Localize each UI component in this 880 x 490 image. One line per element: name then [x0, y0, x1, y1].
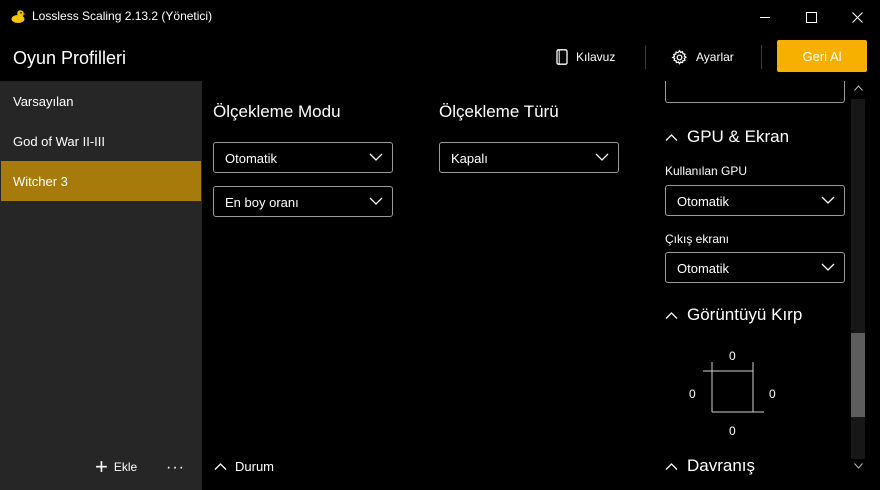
- close-icon: [851, 11, 863, 23]
- crop-right-value[interactable]: 0: [769, 387, 776, 401]
- book-icon: [556, 49, 568, 65]
- crop-frame-icon: [703, 362, 764, 413]
- add-profile-button[interactable]: + Ekle: [95, 454, 138, 479]
- behavior-heading: Davranış: [687, 456, 756, 475]
- chevron-down-icon: [595, 153, 609, 161]
- header-divider: [645, 45, 646, 69]
- window-title: Lossless Scaling 2.13.2 (Yönetici): [32, 9, 213, 23]
- scaling-type-value: Kapalı: [451, 151, 488, 166]
- settings-label: Ayarlar: [696, 50, 734, 64]
- output-display-value: Otomatik: [677, 261, 730, 276]
- scaling-mode-dropdown[interactable]: Otomatik: [213, 142, 393, 173]
- scroll-down-icon[interactable]: [854, 463, 863, 469]
- title-bar: Lossless Scaling 2.13.2 (Yönetici): [0, 0, 880, 34]
- gpu-value: Otomatik: [677, 194, 730, 209]
- minimize-button[interactable]: [742, 0, 788, 34]
- profile-item-default[interactable]: Varsayılan: [1, 81, 201, 121]
- partial-dropdown[interactable]: [665, 81, 845, 103]
- guide-button[interactable]: Kılavuz: [556, 42, 615, 72]
- status-toggle[interactable]: Durum: [214, 459, 274, 474]
- crop-left-value[interactable]: 0: [689, 387, 696, 401]
- profile-item-god-of-war[interactable]: God of War II-III: [1, 121, 201, 161]
- status-label: Durum: [235, 459, 275, 474]
- profile-item-witcher-3[interactable]: Witcher 3: [1, 161, 201, 201]
- scaling-type-dropdown[interactable]: Kapalı: [439, 142, 619, 173]
- chevron-down-icon: [369, 153, 383, 161]
- header-bar: Oyun Profilleri Kılavuz Ayarlar Geri Al: [0, 34, 880, 81]
- chevron-down-icon: [821, 263, 835, 271]
- gpu-dropdown[interactable]: Otomatik: [665, 185, 845, 216]
- behavior-section-toggle[interactable]: Davranış: [665, 456, 755, 476]
- gpu-display-heading: GPU & Ekran: [687, 127, 790, 146]
- scaling-mode-value: Otomatik: [225, 151, 278, 166]
- scaling-type-heading: Ölçekleme Türü: [439, 102, 559, 121]
- maximize-button[interactable]: [788, 0, 834, 34]
- profile-sidebar: Varsayılan God of War II-III Witcher 3 +…: [0, 81, 202, 490]
- more-options-button[interactable]: ···: [166, 459, 185, 477]
- gpu-display-section-toggle[interactable]: GPU & Ekran: [665, 127, 789, 147]
- aspect-ratio-value: En boy oranı: [225, 195, 299, 210]
- duck-icon: [11, 10, 26, 23]
- output-display-label: Çıkış ekranı: [665, 232, 730, 246]
- chevron-down-icon: [821, 196, 835, 204]
- minimize-icon: [759, 16, 770, 18]
- chevron-up-icon: [214, 463, 227, 470]
- crop-bottom-value[interactable]: 0: [729, 424, 736, 438]
- gear-icon: [671, 49, 688, 65]
- page-title: Oyun Profilleri: [13, 48, 127, 68]
- scaling-mode-heading: Ölçekleme Modu: [213, 102, 341, 121]
- crop-heading: Görüntüyü Kırp: [687, 305, 803, 324]
- plus-icon: +: [95, 454, 108, 479]
- crop-section-toggle[interactable]: Görüntüyü Kırp: [665, 305, 802, 325]
- add-profile-label: Ekle: [113, 460, 138, 474]
- chevron-up-icon: [665, 133, 678, 141]
- maximize-icon: [805, 11, 817, 23]
- close-button[interactable]: [834, 0, 880, 34]
- scrollbar-thumb[interactable]: [851, 333, 865, 417]
- settings-button[interactable]: Ayarlar: [671, 42, 734, 72]
- right-panel-scrollbar[interactable]: [850, 81, 867, 476]
- chevron-up-icon: [665, 311, 678, 319]
- output-display-dropdown[interactable]: Otomatik: [665, 252, 845, 283]
- gpu-label: Kullanılan GPU: [665, 164, 748, 178]
- header-divider: [761, 45, 762, 69]
- aspect-ratio-dropdown[interactable]: En boy oranı: [213, 186, 393, 217]
- chevron-down-icon: [369, 197, 383, 205]
- chevron-up-icon: [665, 462, 678, 470]
- guide-label: Kılavuz: [576, 50, 616, 64]
- crop-top-value[interactable]: 0: [729, 349, 736, 363]
- scroll-up-icon[interactable]: [854, 85, 863, 91]
- revert-button[interactable]: Geri Al: [777, 40, 867, 72]
